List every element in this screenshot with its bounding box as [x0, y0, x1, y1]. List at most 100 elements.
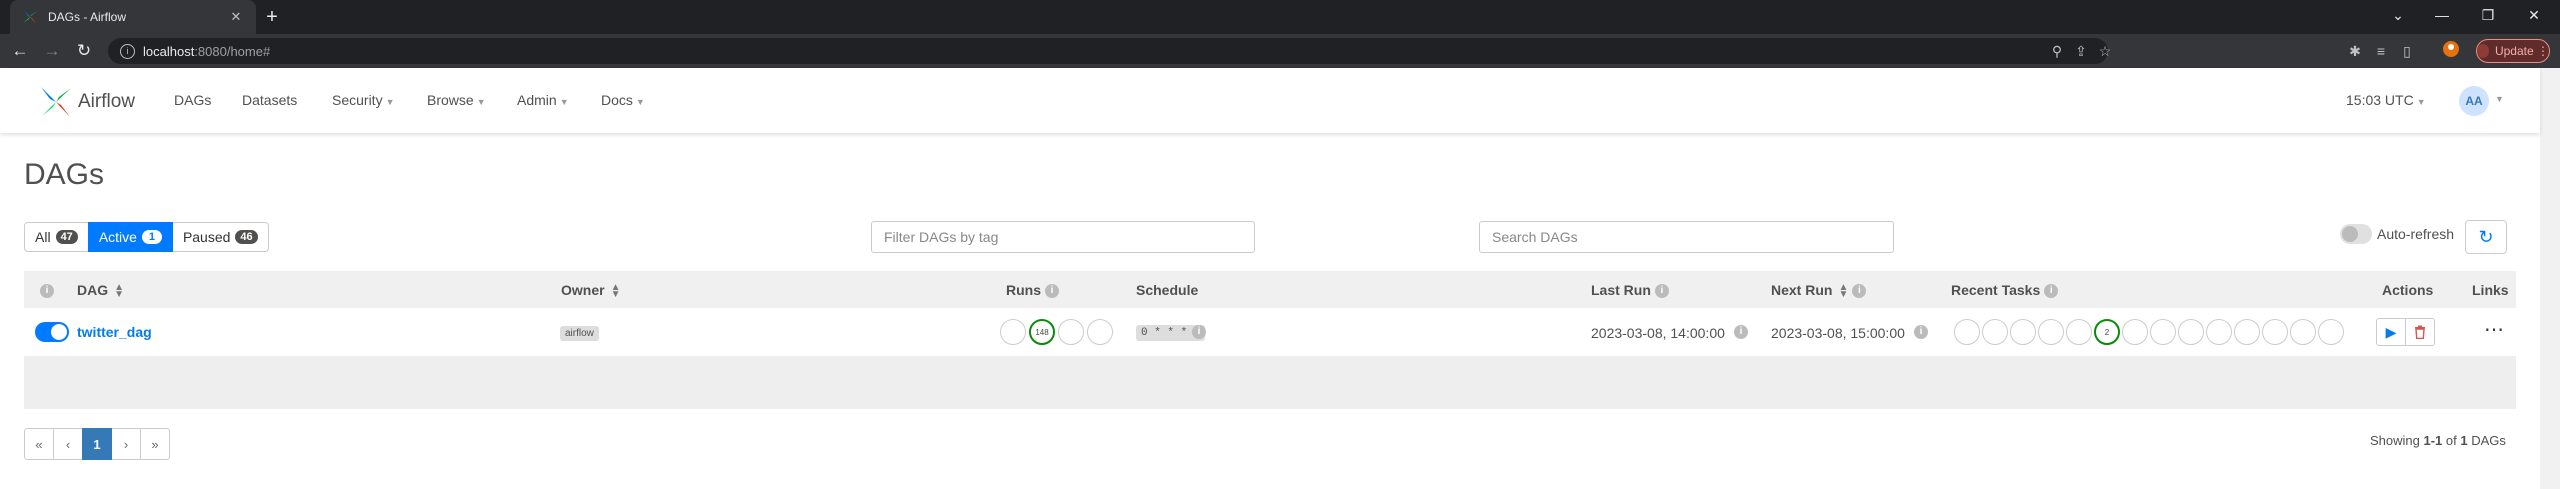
- task-state-circle[interactable]: [2122, 319, 2148, 345]
- reload-icon[interactable]: ↻: [72, 40, 96, 62]
- tab-search-icon[interactable]: ⌄: [2384, 4, 2412, 26]
- task-state-circle[interactable]: [2234, 319, 2260, 345]
- tag-filter-input[interactable]: [871, 221, 1255, 253]
- filter-paused-button[interactable]: Paused 46: [171, 222, 269, 252]
- chevron-down-icon: ▼: [476, 97, 486, 107]
- count-badge: 47: [55, 230, 78, 244]
- utc-clock[interactable]: 15:03 UTC ▼: [2346, 92, 2426, 108]
- task-state-circle[interactable]: [1982, 319, 2008, 345]
- col-next-run[interactable]: Next Run ▲ ▼ i: [1771, 282, 1867, 301]
- info-icon[interactable]: i: [2044, 284, 2059, 299]
- task-state-circle[interactable]: [2318, 319, 2344, 345]
- filter-active-button[interactable]: Active 1: [87, 222, 173, 252]
- status-filter-group: All 47 Active 1 Paused 46: [24, 222, 269, 252]
- refresh-button[interactable]: ↻: [2465, 220, 2507, 254]
- run-status-running[interactable]: [1058, 319, 1084, 345]
- trigger-dag-button[interactable]: ▶: [2376, 318, 2406, 346]
- page-1-button[interactable]: 1: [82, 428, 112, 460]
- zoom-icon[interactable]: ⚲: [2046, 40, 2068, 62]
- user-avatar[interactable]: AA: [2459, 86, 2489, 116]
- info-icon[interactable]: i: [1852, 284, 1867, 299]
- col-schedule: Schedule: [1136, 282, 1199, 298]
- close-tab-icon[interactable]: ✕: [226, 9, 246, 25]
- auto-refresh-label: Auto-refresh: [2377, 226, 2455, 242]
- info-icon[interactable]: i: [1654, 284, 1669, 299]
- extensions-icon[interactable]: ✱: [2344, 40, 2366, 62]
- airflow-pinwheel-icon: [41, 87, 71, 117]
- sort-icon: ▲ ▼: [1838, 282, 1849, 301]
- col-dag[interactable]: DAG ▲ ▼: [77, 282, 124, 300]
- nav-security[interactable]: Security ▼: [332, 92, 395, 108]
- info-icon[interactable]: i: [40, 284, 54, 299]
- info-icon[interactable]: i: [1914, 325, 1928, 339]
- browser-tab[interactable]: DAGs - Airflow ✕: [10, 0, 256, 34]
- page-scrollbar[interactable]: [2540, 68, 2560, 489]
- col-runs: Runs i: [1006, 282, 1059, 299]
- update-avatar-icon: [2477, 44, 2489, 58]
- trash-icon: [2415, 325, 2425, 339]
- filter-all-button[interactable]: All 47: [24, 222, 89, 252]
- prev-page-button[interactable]: ‹: [53, 428, 83, 460]
- airflow-logo[interactable]: Airflow: [38, 84, 135, 120]
- next-run-text: 2023-03-08, 15:00:00: [1771, 325, 1905, 341]
- more-links-icon[interactable]: ⋯: [2484, 320, 2504, 340]
- task-state-circle[interactable]: [2206, 319, 2232, 345]
- last-page-button[interactable]: »: [140, 428, 170, 460]
- forward-icon[interactable]: →: [40, 40, 64, 62]
- count-badge: 46: [235, 230, 258, 244]
- table-row: twitter_dag airflow 148 0 * * * * i 2023…: [24, 308, 2516, 356]
- task-state-circle[interactable]: [2066, 319, 2092, 345]
- run-status-success[interactable]: 148: [1029, 319, 1055, 345]
- task-state-circle[interactable]: [2290, 319, 2316, 345]
- nav-datasets[interactable]: Datasets: [242, 92, 297, 108]
- task-state-circle[interactable]: [2178, 319, 2204, 345]
- task-state-success[interactable]: 2: [2094, 319, 2120, 345]
- count-badge: 1: [141, 230, 162, 244]
- share-icon[interactable]: ⇪: [2070, 40, 2092, 62]
- dag-id-link[interactable]: twitter_dag: [77, 324, 152, 340]
- close-window-icon[interactable]: ✕: [2520, 4, 2548, 26]
- play-icon: ▶: [2385, 323, 2397, 340]
- minimize-icon[interactable]: —: [2428, 4, 2456, 26]
- airflow-favicon-icon: [23, 10, 37, 24]
- task-state-circle[interactable]: [2010, 319, 2036, 345]
- info-icon[interactable]: i: [1045, 284, 1059, 299]
- info-icon[interactable]: i: [1192, 325, 1206, 339]
- user-menu-chevron-icon[interactable]: ▼: [2495, 94, 2504, 104]
- back-icon[interactable]: ←: [8, 40, 32, 62]
- delete-dag-button[interactable]: [2405, 318, 2435, 346]
- task-state-circle[interactable]: [1954, 319, 1980, 345]
- auto-refresh-toggle[interactable]: Auto-refresh: [2340, 224, 2454, 244]
- profile-icon[interactable]: [2440, 40, 2462, 62]
- sort-icon: ▲ ▼: [610, 282, 621, 301]
- reading-list-icon[interactable]: ≡: [2370, 40, 2392, 62]
- airflow-brand-text: Airflow: [78, 91, 136, 112]
- chevron-down-icon: ▼: [635, 97, 645, 107]
- nav-dags[interactable]: DAGs: [174, 92, 211, 108]
- address-bar[interactable]: i localhost:8080/home# ⚲ ⇪ ☆: [108, 38, 2111, 64]
- col-owner[interactable]: Owner ▲ ▼: [561, 282, 621, 301]
- search-dags-input[interactable]: [1479, 221, 1894, 253]
- side-panel-icon[interactable]: ▯: [2396, 40, 2418, 62]
- task-state-circle[interactable]: [2262, 319, 2288, 345]
- restore-icon[interactable]: ❐: [2474, 4, 2502, 26]
- dag-pause-toggle[interactable]: [35, 322, 69, 342]
- task-state-circle[interactable]: [2150, 319, 2176, 345]
- site-info-icon[interactable]: i: [120, 43, 135, 59]
- next-page-button[interactable]: ›: [111, 428, 141, 460]
- nav-admin[interactable]: Admin ▼: [517, 92, 569, 108]
- last-run-link[interactable]: 2023-03-08, 14:00:00: [1591, 325, 1725, 341]
- first-page-button[interactable]: «: [24, 428, 54, 460]
- nav-browse[interactable]: Browse ▼: [427, 92, 486, 108]
- owner-tag[interactable]: airflow: [560, 326, 599, 341]
- col-recent-tasks: Recent Tasks i: [1951, 282, 2059, 299]
- bookmark-star-icon[interactable]: ☆: [2094, 40, 2116, 62]
- nav-docs[interactable]: Docs ▼: [601, 92, 645, 108]
- info-icon[interactable]: i: [1734, 325, 1748, 339]
- update-button[interactable]: Update ⋮: [2476, 39, 2550, 63]
- new-tab-icon[interactable]: +: [260, 6, 284, 28]
- auto-refresh-switch[interactable]: [2340, 224, 2372, 244]
- run-status-queued[interactable]: [1000, 319, 1026, 345]
- run-status-failed[interactable]: [1087, 319, 1113, 345]
- task-state-circle[interactable]: [2038, 319, 2064, 345]
